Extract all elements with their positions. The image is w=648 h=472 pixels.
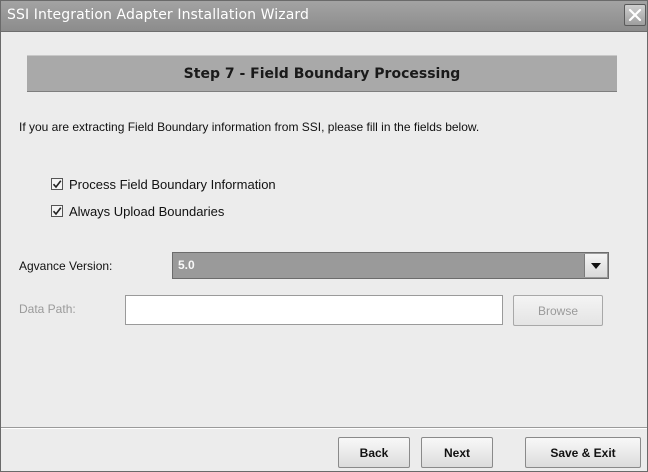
process-boundary-checkbox-row[interactable]: Process Field Boundary Information [51, 176, 276, 192]
checkmark-icon [52, 207, 62, 216]
close-button[interactable] [624, 4, 646, 26]
process-boundary-checkbox[interactable] [51, 178, 63, 190]
always-upload-checkbox[interactable] [51, 205, 63, 217]
next-button[interactable]: Next [421, 437, 493, 468]
always-upload-checkbox-row[interactable]: Always Upload Boundaries [51, 203, 224, 219]
agvance-version-value: 5.0 [178, 258, 195, 272]
process-boundary-label: Process Field Boundary Information [69, 176, 276, 192]
title-bar[interactable]: SSI Integration Adapter Installation Wiz… [1, 1, 647, 32]
close-icon [628, 8, 642, 22]
agvance-version-label: Agvance Version: [19, 259, 113, 273]
back-button[interactable]: Back [338, 437, 410, 468]
chevron-down-icon [591, 262, 601, 269]
footer-separator [1, 427, 647, 429]
instructions-text: If you are extracting Field Boundary inf… [19, 120, 480, 134]
browse-button[interactable]: Browse [513, 295, 603, 326]
window-title: SSI Integration Adapter Installation Wiz… [7, 7, 309, 23]
agvance-version-select[interactable]: 5.0 [172, 252, 609, 279]
dropdown-arrow-button[interactable] [584, 254, 607, 277]
checkmark-icon [52, 180, 62, 189]
step-banner: Step 7 - Field Boundary Processing [27, 55, 617, 92]
wizard-window: SSI Integration Adapter Installation Wiz… [0, 0, 648, 472]
data-path-input[interactable] [125, 295, 503, 325]
data-path-label: Data Path: [19, 302, 76, 316]
save-exit-button[interactable]: Save & Exit [525, 437, 641, 468]
step-title: Step 7 - Field Boundary Processing [183, 65, 461, 82]
always-upload-label: Always Upload Boundaries [69, 203, 225, 219]
